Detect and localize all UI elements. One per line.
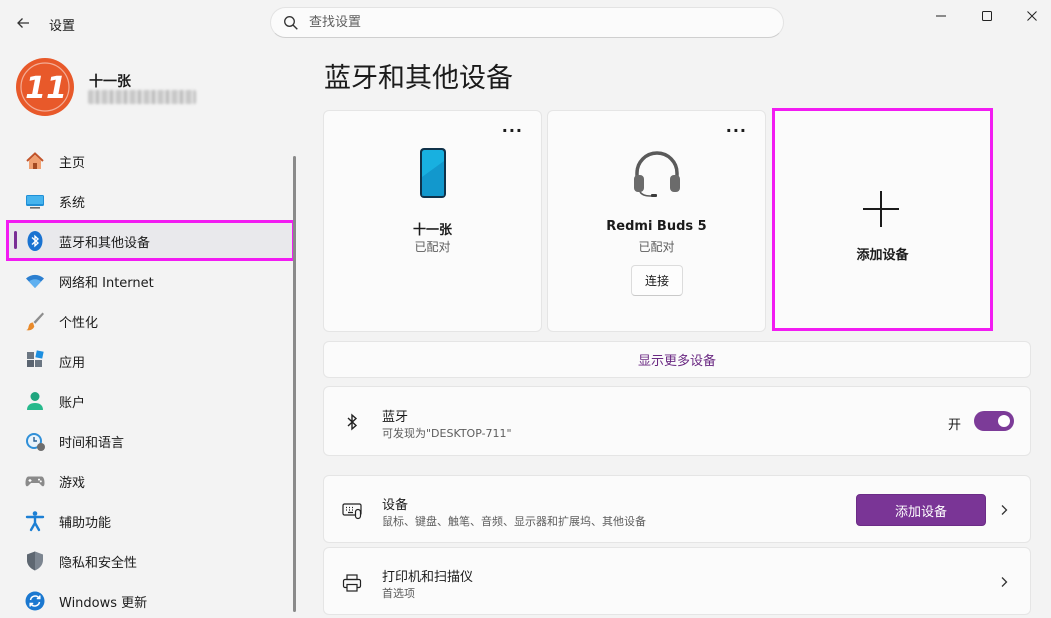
sidebar-item-network[interactable]: 网络和 Internet [6, 260, 294, 300]
devices-title: 设备 [382, 498, 409, 513]
time-language-icon [26, 433, 45, 451]
headphones-icon [633, 151, 680, 197]
sidebar-scrollbar[interactable] [293, 156, 296, 612]
wifi-icon [26, 274, 44, 288]
avatar[interactable]: 11 [15, 57, 75, 117]
toggle-knob [998, 415, 1010, 427]
device-name: Redmi Buds 5 [606, 219, 707, 234]
back-button[interactable] [10, 10, 36, 36]
close-button[interactable] [1009, 0, 1051, 32]
sidebar-item-label: 应用 [59, 356, 86, 371]
search-icon [284, 15, 298, 30]
phone-icon [419, 148, 446, 198]
connect-button[interactable]: 连接 [631, 265, 683, 296]
sidebar-item-label: 蓝牙和其他设备 [59, 236, 151, 251]
device-status: 已配对 [638, 240, 675, 254]
sidebar-item-apps[interactable]: 应用 [6, 340, 294, 380]
keyboard-mouse-icon [342, 503, 362, 520]
sidebar-item-privacy[interactable]: 隐私和安全性 [6, 540, 294, 580]
user-name: 十一张 [89, 74, 131, 90]
sidebar-item-label: 游戏 [59, 476, 86, 491]
sidebar-nav: 主页 系统 蓝牙和其他设备 网络和 Internet 个性化 应用 账户 时间和… [6, 140, 294, 618]
minimize-icon [936, 15, 946, 17]
bluetooth-discoverable-text: 可发现为"DESKTOP-711" [382, 427, 512, 440]
more-options-button[interactable]: ··· [502, 121, 523, 140]
sidebar-item-label: 网络和 Internet [59, 276, 154, 291]
accessibility-icon [25, 511, 45, 532]
title-bar: 设置 [0, 0, 1051, 46]
app-title: 设置 [49, 19, 76, 34]
chevron-right-icon [1001, 505, 1008, 515]
sidebar-item-home[interactable]: 主页 [6, 140, 294, 180]
search-box[interactable] [270, 7, 784, 38]
printers-row[interactable]: 打印机和扫描仪 首选项 [323, 547, 1031, 615]
bluetooth-glyph-icon [347, 413, 358, 431]
home-icon [26, 152, 44, 169]
printer-icon [342, 574, 362, 592]
chevron-right-icon [1001, 577, 1008, 587]
sidebar-item-label: 时间和语言 [59, 436, 125, 451]
add-device-button[interactable]: 添加设备 [856, 494, 986, 526]
sidebar-item-label: 系统 [59, 196, 86, 211]
show-more-devices-link[interactable]: 显示更多设备 [323, 341, 1031, 378]
system-icon [26, 195, 44, 209]
sidebar-item-personalization[interactable]: 个性化 [6, 300, 294, 340]
sidebar-item-system[interactable]: 系统 [6, 180, 294, 220]
brush-icon [26, 312, 44, 331]
sidebar-item-label: Windows 更新 [59, 596, 148, 611]
update-icon [25, 591, 45, 611]
sidebar-item-label: 个性化 [59, 316, 99, 331]
sidebar-item-label: 辅助功能 [59, 516, 112, 531]
shield-icon [27, 551, 43, 571]
device-name: 十一张 [412, 223, 452, 238]
sidebar-item-label: 隐私和安全性 [59, 556, 138, 571]
bluetooth-title: 蓝牙 [382, 410, 409, 425]
printers-subtitle: 首选项 [382, 587, 415, 600]
gamepad-icon [25, 476, 45, 487]
bluetooth-toggle[interactable] [974, 411, 1014, 431]
bluetooth-row: 蓝牙 可发现为"DESKTOP-711" 开 [323, 386, 1031, 456]
bluetooth-icon [27, 231, 43, 251]
printers-title: 打印机和扫描仪 [382, 570, 474, 585]
more-options-button[interactable]: ··· [726, 121, 747, 140]
devices-row[interactable]: 设备 鼠标、键盘、触笔、音频、显示器和扩展坞、其他设备 添加设备 [323, 475, 1031, 543]
devices-description: 鼠标、键盘、触笔、音频、显示器和扩展坞、其他设备 [382, 515, 646, 528]
add-device-card[interactable]: 添加设备 [772, 108, 993, 331]
sidebar-item-bluetooth[interactable]: 蓝牙和其他设备 [6, 220, 294, 260]
sidebar-item-gaming[interactable]: 游戏 [6, 460, 294, 500]
device-card-phone[interactable]: ··· 十一张 已配对 [323, 110, 542, 332]
back-arrow-icon [17, 18, 29, 28]
maximize-button[interactable] [964, 0, 1010, 32]
sidebar-item-time-language[interactable]: 时间和语言 [6, 420, 294, 460]
maximize-icon [982, 11, 992, 21]
page-title: 蓝牙和其他设备 [324, 63, 513, 94]
search-input[interactable] [309, 15, 749, 30]
device-card-headphones[interactable]: ··· Redmi Buds 5 已配对 连接 [547, 110, 766, 332]
sidebar-item-windows-update[interactable]: Windows 更新 [6, 580, 294, 618]
device-status: 已配对 [414, 240, 451, 254]
close-icon [1027, 11, 1037, 21]
avatar-text: 11 [25, 71, 67, 106]
add-device-label: 添加设备 [856, 248, 909, 263]
sidebar-item-label: 主页 [59, 156, 86, 171]
plus-icon [863, 191, 899, 227]
sidebar-item-accounts[interactable]: 账户 [6, 380, 294, 420]
minimize-button[interactable] [918, 0, 964, 32]
account-icon [27, 392, 43, 410]
toggle-state-label: 开 [948, 418, 962, 433]
user-email-blurred [88, 90, 196, 104]
avatar-logo-icon: 11 [16, 58, 74, 116]
sidebar-item-label: 账户 [59, 396, 86, 411]
sidebar-item-accessibility[interactable]: 辅助功能 [6, 500, 294, 540]
apps-icon [27, 350, 44, 367]
